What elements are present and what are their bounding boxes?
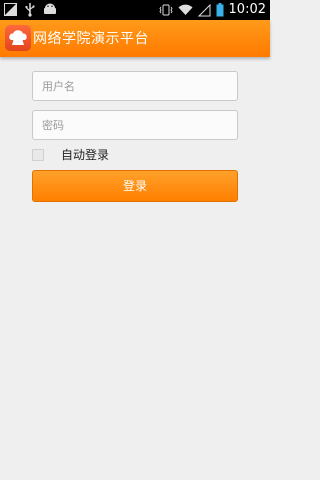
password-input[interactable] bbox=[32, 110, 238, 140]
login-button[interactable]: 登录 bbox=[32, 170, 238, 202]
battery-icon bbox=[216, 3, 224, 17]
image-icon bbox=[4, 3, 17, 17]
cloud-logo-icon[interactable] bbox=[5, 25, 31, 51]
auto-login-label[interactable]: 自动登录 bbox=[61, 146, 109, 163]
username-input[interactable] bbox=[32, 71, 238, 101]
app-title: 网络学院演示平台 bbox=[33, 31, 149, 47]
vibrate-icon bbox=[158, 3, 173, 17]
wifi-icon bbox=[178, 4, 193, 16]
app-bar: 网络学院演示平台 bbox=[0, 20, 270, 57]
status-time: 10:02 bbox=[228, 2, 266, 17]
system-icons: 10:02 bbox=[158, 2, 266, 18]
android-icon bbox=[43, 3, 57, 17]
status-bar: 10:02 bbox=[0, 0, 270, 20]
notification-icons bbox=[4, 3, 57, 17]
auto-login-checkbox[interactable] bbox=[32, 149, 44, 161]
usb-icon bbox=[25, 3, 35, 17]
signal-icon bbox=[197, 3, 211, 17]
